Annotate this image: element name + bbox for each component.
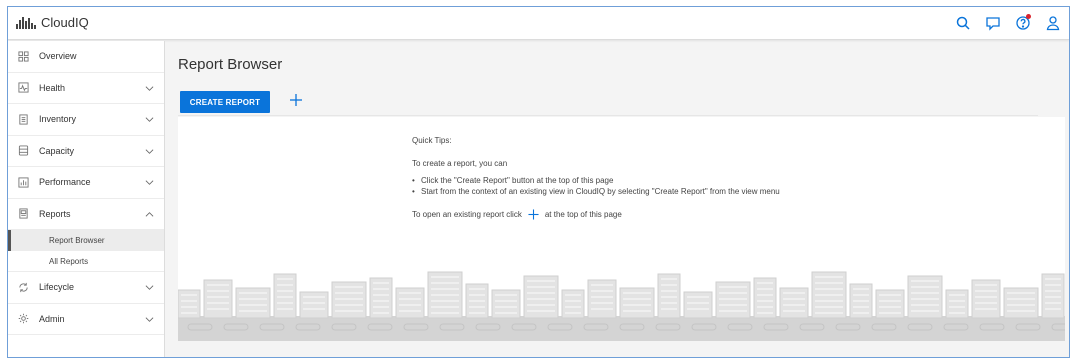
chevron-down-icon[interactable] (145, 283, 154, 292)
sidebar-subitem-label: Report Browser (49, 236, 105, 245)
app-name: CloudIQ (41, 15, 89, 30)
quick-tips: Quick Tips: To create a report, you can … (412, 135, 780, 220)
grid-icon (18, 51, 29, 62)
chevron-down-icon[interactable] (145, 178, 154, 187)
inventory-icon (18, 114, 29, 125)
sidebar-item-lifecycle[interactable]: Lifecycle (8, 272, 164, 304)
report-panel: Quick Tips: To create a report, you can … (178, 117, 1065, 341)
search-icon[interactable] (955, 15, 971, 31)
sidebar-item-capacity[interactable]: Capacity (8, 136, 164, 167)
sidebar-item-label: Inventory (39, 114, 77, 125)
sidebar-item-reports[interactable]: Reports (8, 199, 164, 230)
app-window: CloudIQ Overview Health Inventory Capaci… (7, 6, 1070, 358)
sidebar-item-label: Capacity (39, 145, 75, 156)
sidebar-subitem-report-browser[interactable]: Report Browser (8, 230, 164, 251)
chevron-down-icon[interactable] (145, 315, 154, 324)
sidebar-item-label: Performance (39, 177, 91, 188)
sidebar-item-label: Health (39, 82, 66, 93)
sidebar-item-performance[interactable]: Performance (8, 167, 164, 199)
sidebar-item-health[interactable]: Health (8, 73, 164, 104)
notification-dot (1026, 14, 1031, 19)
performance-icon (18, 177, 29, 188)
sidebar-item-admin[interactable]: Admin (8, 304, 164, 335)
create-report-button[interactable]: CREATE REPORT (180, 91, 270, 113)
toolbar-divider (178, 115, 1038, 116)
tips-bullet: Click the "Create Report" button at the … (412, 175, 780, 186)
open-tip-text-after: at the top of this page (544, 210, 622, 219)
chevron-up-icon[interactable] (145, 210, 154, 219)
health-icon (18, 82, 29, 93)
open-report-tip: To open an existing report click at the … (412, 209, 780, 220)
open-report-plus-icon[interactable] (289, 93, 303, 107)
cloudiq-bars-icon (16, 16, 36, 29)
lifecycle-icon (18, 282, 29, 293)
capacity-icon (18, 145, 29, 156)
user-icon[interactable] (1045, 15, 1061, 31)
sidebar-item-label: Overview (39, 51, 77, 62)
sidebar-item-inventory[interactable]: Inventory (8, 104, 164, 136)
chevron-down-icon[interactable] (145, 84, 154, 93)
app-logo[interactable]: CloudIQ (16, 15, 89, 30)
chat-icon[interactable] (985, 15, 1001, 31)
reports-icon (18, 208, 29, 219)
gear-icon (18, 313, 29, 324)
city-skyline-illustration (178, 271, 1065, 341)
open-tip-text-before: To open an existing report click (412, 210, 522, 219)
sidebar-item-label: Lifecycle (39, 282, 75, 293)
tips-bullet: Start from the context of an existing vi… (412, 186, 780, 197)
header-icons (955, 14, 1061, 31)
main-content: Report Browser CREATE REPORT Quick Tips:… (166, 41, 1069, 357)
chevron-down-icon[interactable] (145, 147, 154, 156)
top-bar: CloudIQ (8, 7, 1069, 40)
sidebar: Overview Health Inventory Capacity Perfo… (8, 41, 165, 357)
sidebar-subitem-label: All Reports (49, 256, 89, 266)
plus-icon (528, 209, 539, 220)
sidebar-item-overview[interactable]: Overview (8, 41, 164, 73)
sidebar-item-label: Admin (39, 313, 65, 324)
tips-intro: To create a report, you can (412, 159, 508, 168)
page-title: Report Browser (178, 56, 283, 73)
chevron-down-icon[interactable] (145, 115, 154, 124)
sidebar-item-label: Reports (39, 208, 71, 219)
sidebar-subitem-all-reports[interactable]: All Reports (8, 251, 164, 272)
tips-heading: Quick Tips: (412, 136, 452, 145)
tips-list: Click the "Create Report" button at the … (412, 175, 780, 197)
help-icon[interactable] (1015, 14, 1031, 31)
